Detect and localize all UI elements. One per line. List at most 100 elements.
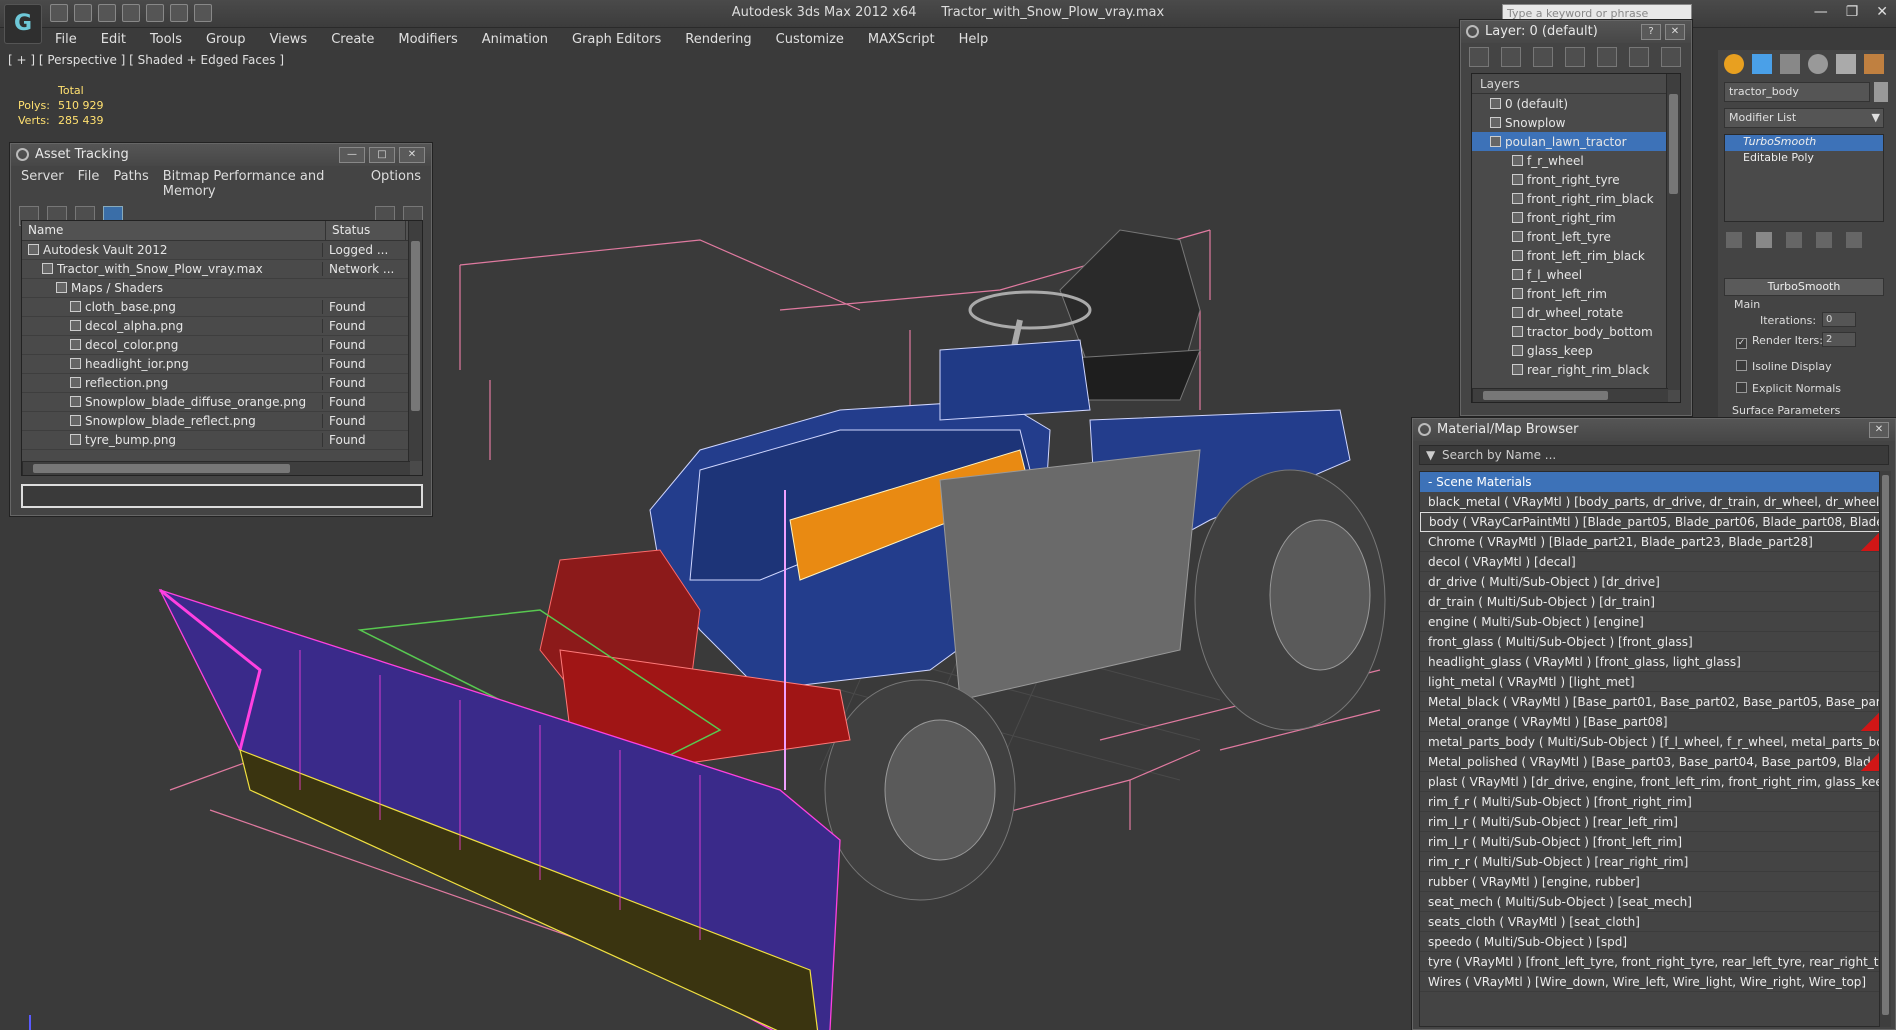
material-item[interactable]: rim_r_r ( Multi/Sub-Object ) [rear_right…: [1420, 852, 1884, 872]
layer-item[interactable]: front_right_tyre: [1472, 170, 1680, 189]
motion-tab-icon[interactable]: [1808, 54, 1828, 74]
close-icon[interactable]: ✕: [1869, 422, 1889, 438]
material-item[interactable]: metal_parts_body ( Multi/Sub-Object ) [f…: [1420, 732, 1884, 752]
material-item[interactable]: rubber ( VRayMtl ) [engine, rubber]: [1420, 872, 1884, 892]
display-tab-icon[interactable]: [1836, 54, 1856, 74]
restore-icon[interactable]: ❐: [1846, 4, 1859, 20]
layer-item[interactable]: Snowplow: [1472, 113, 1680, 132]
material-item[interactable]: speedo ( Multi/Sub-Object ) [spd]: [1420, 932, 1884, 952]
material-item[interactable]: seat_mech ( Multi/Sub-Object ) [seat_mec…: [1420, 892, 1884, 912]
asset-row[interactable]: tyre_bump.png Found: [22, 431, 422, 450]
close-icon[interactable]: ✕: [1665, 24, 1685, 40]
layer-item[interactable]: front_left_rim: [1472, 284, 1680, 303]
menu-file[interactable]: File: [55, 32, 77, 47]
layer-vscroll[interactable]: [1666, 74, 1680, 390]
layer-item[interactable]: f_r_wheel: [1472, 151, 1680, 170]
col-name-header[interactable]: Name: [22, 221, 326, 240]
asset-row[interactable]: Autodesk Vault 2012 Logged ...: [22, 241, 422, 260]
create-layer-icon[interactable]: [1469, 47, 1489, 67]
asset-row[interactable]: Snowplow_blade_reflect.png Found: [22, 412, 422, 431]
material-item[interactable]: Metal_polished ( VRayMtl ) [Base_part03,…: [1420, 752, 1884, 772]
layer-item[interactable]: front_left_tyre: [1472, 227, 1680, 246]
material-item[interactable]: headlight_glass ( VRayMtl ) [front_glass…: [1420, 652, 1884, 672]
highlight-layer-icon[interactable]: [1597, 47, 1617, 67]
material-item[interactable]: seats_cloth ( VRayMtl ) [seat_cloth]: [1420, 912, 1884, 932]
layer-hscroll[interactable]: [1472, 388, 1668, 402]
material-item[interactable]: Chrome ( VRayMtl ) [Blade_part21, Blade_…: [1420, 532, 1884, 552]
menu-edit[interactable]: Edit: [101, 32, 126, 47]
scene-materials-group[interactable]: - Scene Materials: [1420, 472, 1884, 492]
material-item[interactable]: dr_train ( Multi/Sub-Object ) [dr_train]: [1420, 592, 1884, 612]
render-iters-checkbox[interactable]: ✓ Render Iters:: [1736, 334, 1823, 349]
menu-graph-editors[interactable]: Graph Editors: [572, 32, 661, 47]
make-unique-icon[interactable]: [1786, 232, 1802, 248]
pin-stack-icon[interactable]: [1726, 232, 1742, 248]
utilities-tab-icon[interactable]: [1864, 54, 1884, 74]
material-item[interactable]: black_metal ( VRayMtl ) [body_parts, dr_…: [1420, 492, 1884, 512]
menu-modifiers[interactable]: Modifiers: [398, 32, 457, 47]
asset-menu-server[interactable]: Server: [21, 169, 64, 199]
layer-item[interactable]: dr_wheel_rotate: [1472, 303, 1680, 322]
layer-item[interactable]: poulan_lawn_tractor: [1472, 132, 1680, 151]
explicit-normals-checkbox[interactable]: Explicit Normals: [1736, 382, 1841, 395]
modifier-list-dropdown[interactable]: Modifier List ▼: [1724, 108, 1884, 128]
asset-path-field[interactable]: [21, 484, 423, 508]
hierarchy-tab-icon[interactable]: [1780, 54, 1800, 74]
search-options-icon[interactable]: ▼: [1426, 448, 1435, 462]
layer-item[interactable]: front_right_rim: [1472, 208, 1680, 227]
delete-layer-icon[interactable]: [1501, 47, 1521, 67]
material-item[interactable]: rim_f_r ( Multi/Sub-Object ) [front_righ…: [1420, 792, 1884, 812]
asset-tracking-titlebar[interactable]: Asset Tracking — □ ✕: [11, 144, 431, 166]
minimize-icon[interactable]: —: [1814, 4, 1828, 20]
layer-item[interactable]: tractor_body_bottom: [1472, 322, 1680, 341]
material-item[interactable]: Metal_black ( VRayMtl ) [Base_part01, Ba…: [1420, 692, 1884, 712]
material-browser-titlebar[interactable]: Material/Map Browser ✕: [1413, 419, 1895, 441]
asset-row[interactable]: reflection.png Found: [22, 374, 422, 393]
asset-vscroll[interactable]: [408, 221, 422, 461]
layer-item[interactable]: rear_right_rim_black: [1472, 360, 1680, 379]
material-vscroll[interactable]: [1879, 471, 1891, 1027]
material-item[interactable]: rim_l_r ( Multi/Sub-Object ) [front_left…: [1420, 832, 1884, 852]
asset-row[interactable]: cloth_base.png Found: [22, 298, 422, 317]
surface-parameters-rollout[interactable]: Surface Parameters: [1732, 404, 1840, 417]
asset-row[interactable]: Tractor_with_Snow_Plow_vray.max Network .…: [22, 260, 422, 279]
asset-hscroll[interactable]: [22, 461, 410, 475]
minimize-icon[interactable]: —: [339, 147, 365, 163]
help-icon[interactable]: ?: [1641, 24, 1661, 40]
material-item[interactable]: front_glass ( Multi/Sub-Object ) [front_…: [1420, 632, 1884, 652]
close-icon[interactable]: ✕: [1876, 4, 1888, 20]
material-item[interactable]: rim_l_r ( Multi/Sub-Object ) [rear_left_…: [1420, 812, 1884, 832]
asset-menu-options[interactable]: Options: [371, 169, 421, 199]
material-item[interactable]: Metal_orange ( VRayMtl ) [Base_part08]: [1420, 712, 1884, 732]
menu-tools[interactable]: Tools: [150, 32, 182, 47]
layer-item[interactable]: front_left_rim_black: [1472, 246, 1680, 265]
remove-modifier-icon[interactable]: [1816, 232, 1832, 248]
layer-item[interactable]: 0 (default): [1472, 94, 1680, 113]
select-objects-icon[interactable]: [1565, 47, 1585, 67]
add-to-layer-icon[interactable]: [1533, 47, 1553, 67]
object-color-swatch[interactable]: [1874, 82, 1888, 102]
layer-item[interactable]: f_l_wheel: [1472, 265, 1680, 284]
asset-row[interactable]: Snowplow_blade_diffuse_orange.png Found: [22, 393, 422, 412]
configure-sets-icon[interactable]: [1846, 232, 1862, 248]
asset-menu-paths[interactable]: Paths: [113, 169, 148, 199]
layer-titlebar[interactable]: Layer: 0 (default) ? ✕: [1461, 21, 1691, 43]
show-end-result-icon[interactable]: [1756, 232, 1772, 248]
material-item[interactable]: light_metal ( VRayMtl ) [light_met]: [1420, 672, 1884, 692]
col-status-header[interactable]: Status: [326, 221, 406, 240]
material-item[interactable]: body ( VRayCarPaintMtl ) [Blade_part05, …: [1420, 512, 1884, 532]
asset-row[interactable]: headlight_ior.png Found: [22, 355, 422, 374]
material-item[interactable]: engine ( Multi/Sub-Object ) [engine]: [1420, 612, 1884, 632]
menu-help[interactable]: Help: [959, 32, 989, 47]
app-logo-icon[interactable]: G: [4, 4, 42, 44]
asset-menu-bitmap-performance-and-memory[interactable]: Bitmap Performance and Memory: [163, 169, 357, 199]
object-name-field[interactable]: tractor_body: [1724, 82, 1870, 102]
material-item[interactable]: plast ( VRayMtl ) [dr_drive, engine, fro…: [1420, 772, 1884, 792]
menu-views[interactable]: Views: [270, 32, 308, 47]
stack-item-editable-poly[interactable]: Editable Poly: [1725, 151, 1883, 167]
isoline-display-checkbox[interactable]: Isoline Display: [1736, 360, 1832, 373]
render-iters-spinner[interactable]: 2: [1822, 332, 1856, 347]
menu-create[interactable]: Create: [331, 32, 374, 47]
menu-group[interactable]: Group: [206, 32, 246, 47]
modify-tab-icon[interactable]: [1752, 54, 1772, 74]
